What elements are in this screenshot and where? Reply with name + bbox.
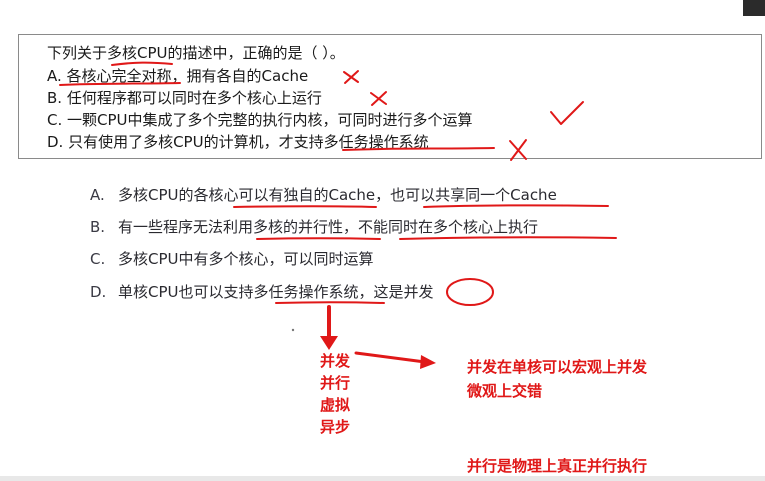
analysis-letter: A. — [90, 186, 105, 204]
analysis-text: 单核CPU也可以支持多任务操作系统，这是并发 — [118, 283, 434, 301]
question-stem: 下列关于多核CPU的描述中，正确的是（ ）。 — [47, 44, 345, 62]
analysis-d: D. 单核CPU也可以支持多任务操作系统，这是并发 — [90, 283, 434, 301]
concept-list: 并发 并行 虚拟 异步 — [315, 350, 355, 438]
window-corner-block — [743, 0, 765, 16]
concurrency-note-line2: 微观上交错 — [467, 382, 543, 400]
analysis-b: B. 有一些程序无法利用多核的并行性，不能同时在多个核心上执行 — [90, 218, 538, 236]
analysis-text: 有一些程序无法利用多核的并行性，不能同时在多个核心上执行 — [118, 218, 539, 236]
underline-analysis-a2 — [423, 204, 609, 208]
option-a: A. 各核心完全对称，拥有各自的Cache — [47, 67, 309, 85]
analysis-c: C. 多核CPU中有多个核心，可以同时运算 — [90, 250, 374, 268]
parallel-note: 并行是物理上真正并行执行 — [467, 457, 648, 475]
question-box: 下列关于多核CPU的描述中，正确的是（ ）。 A. 各核心完全对称，拥有各自的C… — [18, 34, 762, 159]
right-arrow-line — [354, 351, 427, 364]
concept-async: 异步 — [319, 418, 350, 436]
underline-analysis-b2 — [399, 236, 617, 240]
concept-concurrency: 并发 — [319, 352, 350, 370]
option-c: C. 一颗CPU中集成了多个完整的执行内核，可同时进行多个运算 — [47, 111, 473, 129]
analysis-text: 多核CPU中有多个核心，可以同时运算 — [118, 250, 374, 268]
analysis-letter: C. — [90, 250, 106, 268]
down-arrow-head — [320, 336, 338, 350]
option-d: D. 只有使用了多核CPU的计算机，才支持多任务操作系统 — [47, 133, 429, 151]
right-arrow-head — [420, 355, 436, 369]
underline-analysis-b1 — [256, 237, 381, 240]
option-b: B. 任何程序都可以同时在多个核心上运行 — [47, 89, 322, 107]
bottom-strip — [0, 476, 765, 481]
analysis-letter: D. — [90, 283, 107, 301]
circle-concurrency — [446, 278, 494, 306]
concept-virtual: 虚拟 — [319, 396, 350, 414]
underline-analysis-d — [275, 301, 385, 304]
concurrency-note-line1: 并发在单核可以宏观上并发 — [467, 358, 648, 376]
analysis-text: 多核CPU的各核心可以有独自的Cache，也可以共享同一个Cache — [118, 186, 557, 204]
underline-analysis-a1 — [233, 205, 377, 208]
concept-parallel: 并行 — [319, 374, 350, 392]
analysis-a: A. 多核CPU的各核心可以有独自的Cache，也可以共享同一个Cache — [90, 186, 557, 204]
analysis-letter: B. — [90, 218, 106, 236]
stray-dot — [291, 328, 295, 332]
